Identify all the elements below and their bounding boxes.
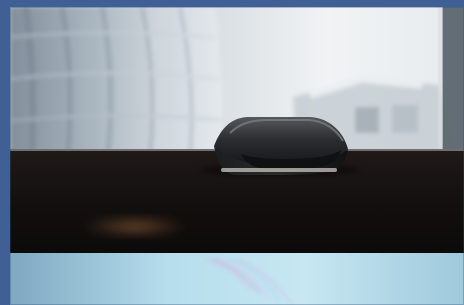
monitor-screen	[10, 253, 464, 305]
bezel-reflection	[82, 216, 187, 237]
scene-illustration	[10, 7, 464, 305]
camera-bottom-light	[221, 168, 337, 172]
photo-frame	[10, 7, 464, 305]
window-frame-right	[442, 7, 464, 152]
window-frame-highlight	[438, 7, 443, 152]
